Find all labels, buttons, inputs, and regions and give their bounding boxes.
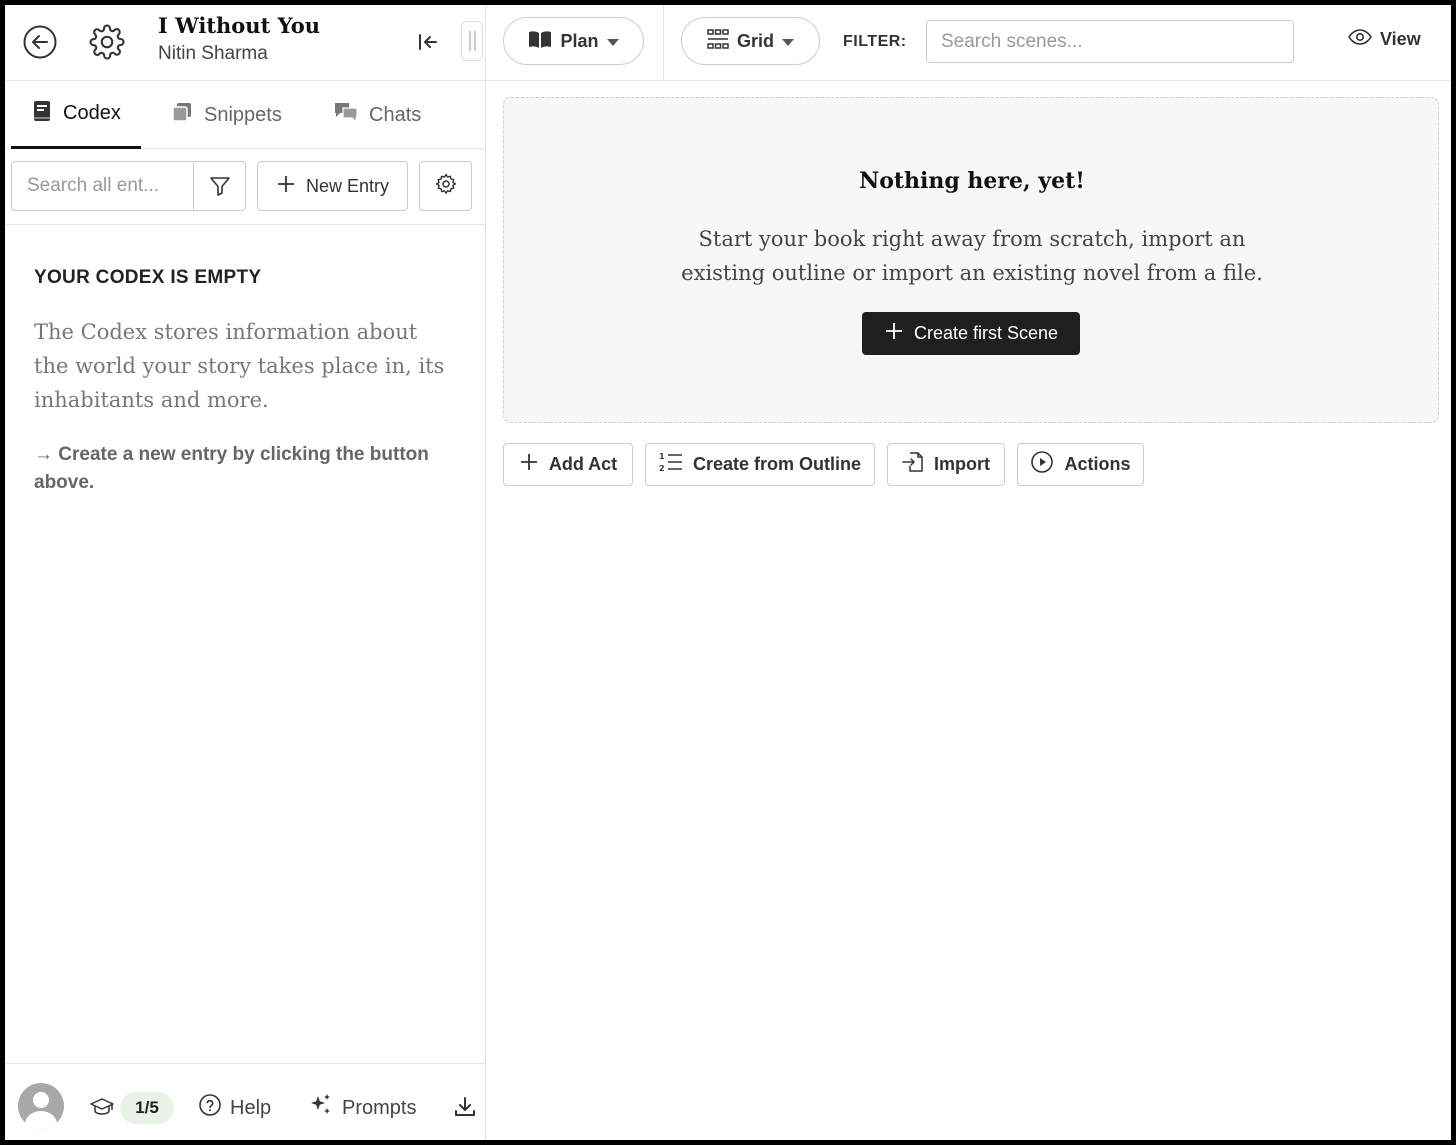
create-first-scene-button[interactable]: Create first Scene	[862, 312, 1080, 355]
play-circle-icon	[1030, 450, 1054, 479]
plan-view: Plan Grid FILTER: Vi	[486, 5, 1451, 1140]
onboarding-progress-badge[interactable]: 1/5	[120, 1092, 174, 1124]
download-icon[interactable]	[452, 1094, 478, 1120]
plus-icon	[884, 321, 904, 346]
create-from-outline-label: Create from Outline	[692, 454, 862, 474]
tab-label: Codex	[63, 102, 121, 124]
avatar[interactable]	[18, 1083, 64, 1129]
book-icon	[31, 99, 53, 129]
caret-down-icon	[606, 31, 619, 52]
codex-settings-button[interactable]	[419, 161, 472, 211]
import-label: Import	[934, 454, 990, 474]
graduation-cap-icon[interactable]	[89, 1094, 115, 1120]
tab-codex[interactable]: Codex	[11, 81, 141, 149]
help-button[interactable]: Help	[198, 1092, 271, 1124]
codex-empty-hint: → Create a new entry by clicking the but…	[34, 444, 429, 493]
empty-scenes-panel: Nothing here, yet! Start your book right…	[503, 97, 1439, 423]
open-book-icon	[528, 29, 552, 54]
snippets-icon	[170, 100, 194, 130]
sidebar-header: I Without You Nitin Sharma	[5, 5, 486, 81]
chat-bubbles-icon	[333, 100, 359, 130]
plan-toolbar: Plan Grid FILTER: Vi	[486, 5, 1451, 81]
prompts-button[interactable]: Prompts	[308, 1092, 416, 1124]
help-label: Help	[230, 1096, 272, 1119]
eye-icon	[1348, 27, 1372, 52]
grid-icon	[707, 28, 729, 54]
filter-icon[interactable]	[193, 162, 245, 210]
tab-label: Snippets	[204, 103, 282, 126]
grid-label: Grid	[736, 30, 774, 51]
codex-toolbar: New Entry	[5, 149, 486, 225]
help-circle-icon	[198, 1093, 222, 1123]
view-label: View	[1380, 29, 1421, 49]
prompts-label: Prompts	[342, 1096, 417, 1119]
codex-empty-description: The Codex stores information about the w…	[34, 320, 445, 412]
codex-empty-title: YOUR CODEX IS EMPTY	[34, 267, 262, 288]
book-title[interactable]: I Without You	[158, 13, 320, 38]
svg-text:1: 1	[659, 452, 665, 461]
view-button[interactable]: View	[1348, 27, 1421, 52]
new-entry-label: New Entry	[305, 175, 390, 196]
plus-icon	[519, 452, 539, 477]
plan-label: Plan	[560, 30, 599, 51]
numbered-list-icon: 12	[659, 451, 683, 478]
tab-chats[interactable]: Chats	[313, 81, 441, 149]
import-button[interactable]: Import	[887, 443, 1005, 486]
gear-icon	[434, 172, 458, 201]
plan-mode-dropdown[interactable]: Plan	[503, 17, 644, 65]
layout-dropdown[interactable]: Grid	[681, 17, 820, 65]
plus-icon	[276, 174, 296, 199]
import-file-icon	[902, 450, 924, 479]
tab-label: Chats	[369, 103, 422, 126]
scene-search-input[interactable]	[926, 20, 1294, 63]
collapse-left-icon[interactable]	[413, 27, 443, 57]
add-act-label: Add Act	[548, 454, 618, 474]
sparkles-icon	[308, 1092, 334, 1124]
svg-text:2: 2	[659, 464, 665, 473]
actions-button[interactable]: Actions	[1017, 443, 1144, 486]
codex-search-input[interactable]	[12, 162, 193, 210]
arrow-left-circle-icon[interactable]	[21, 23, 59, 61]
filter-label: FILTER:	[843, 33, 907, 50]
add-act-button[interactable]: Add Act	[503, 443, 633, 486]
book-author: Nitin Sharma	[158, 43, 268, 64]
gear-icon[interactable]	[88, 23, 126, 61]
resize-handle[interactable]	[461, 21, 483, 61]
app-window: I Without You Nitin Sharma Codex Snippet…	[0, 0, 1456, 1145]
empty-scenes-title: Nothing here, yet!	[859, 168, 1085, 194]
actions-label: Actions	[1064, 454, 1131, 474]
codex-search-group	[11, 161, 246, 211]
create-first-scene-label: Create first Scene	[913, 323, 1059, 343]
divider	[663, 5, 664, 81]
tab-snippets[interactable]: Snippets	[150, 81, 302, 149]
new-entry-button[interactable]: New Entry	[257, 161, 408, 211]
caret-down-icon	[782, 31, 794, 52]
empty-scenes-description: Start your book right away from scratch,…	[681, 227, 1263, 285]
sidebar-tabs: Codex Snippets Chats	[5, 81, 486, 149]
create-from-outline-button[interactable]: 12 Create from Outline	[645, 443, 875, 486]
codex-sidebar: I Without You Nitin Sharma Codex Snippet…	[5, 5, 486, 1140]
sidebar-footer: 1/5 Help Prompts	[5, 1063, 486, 1140]
